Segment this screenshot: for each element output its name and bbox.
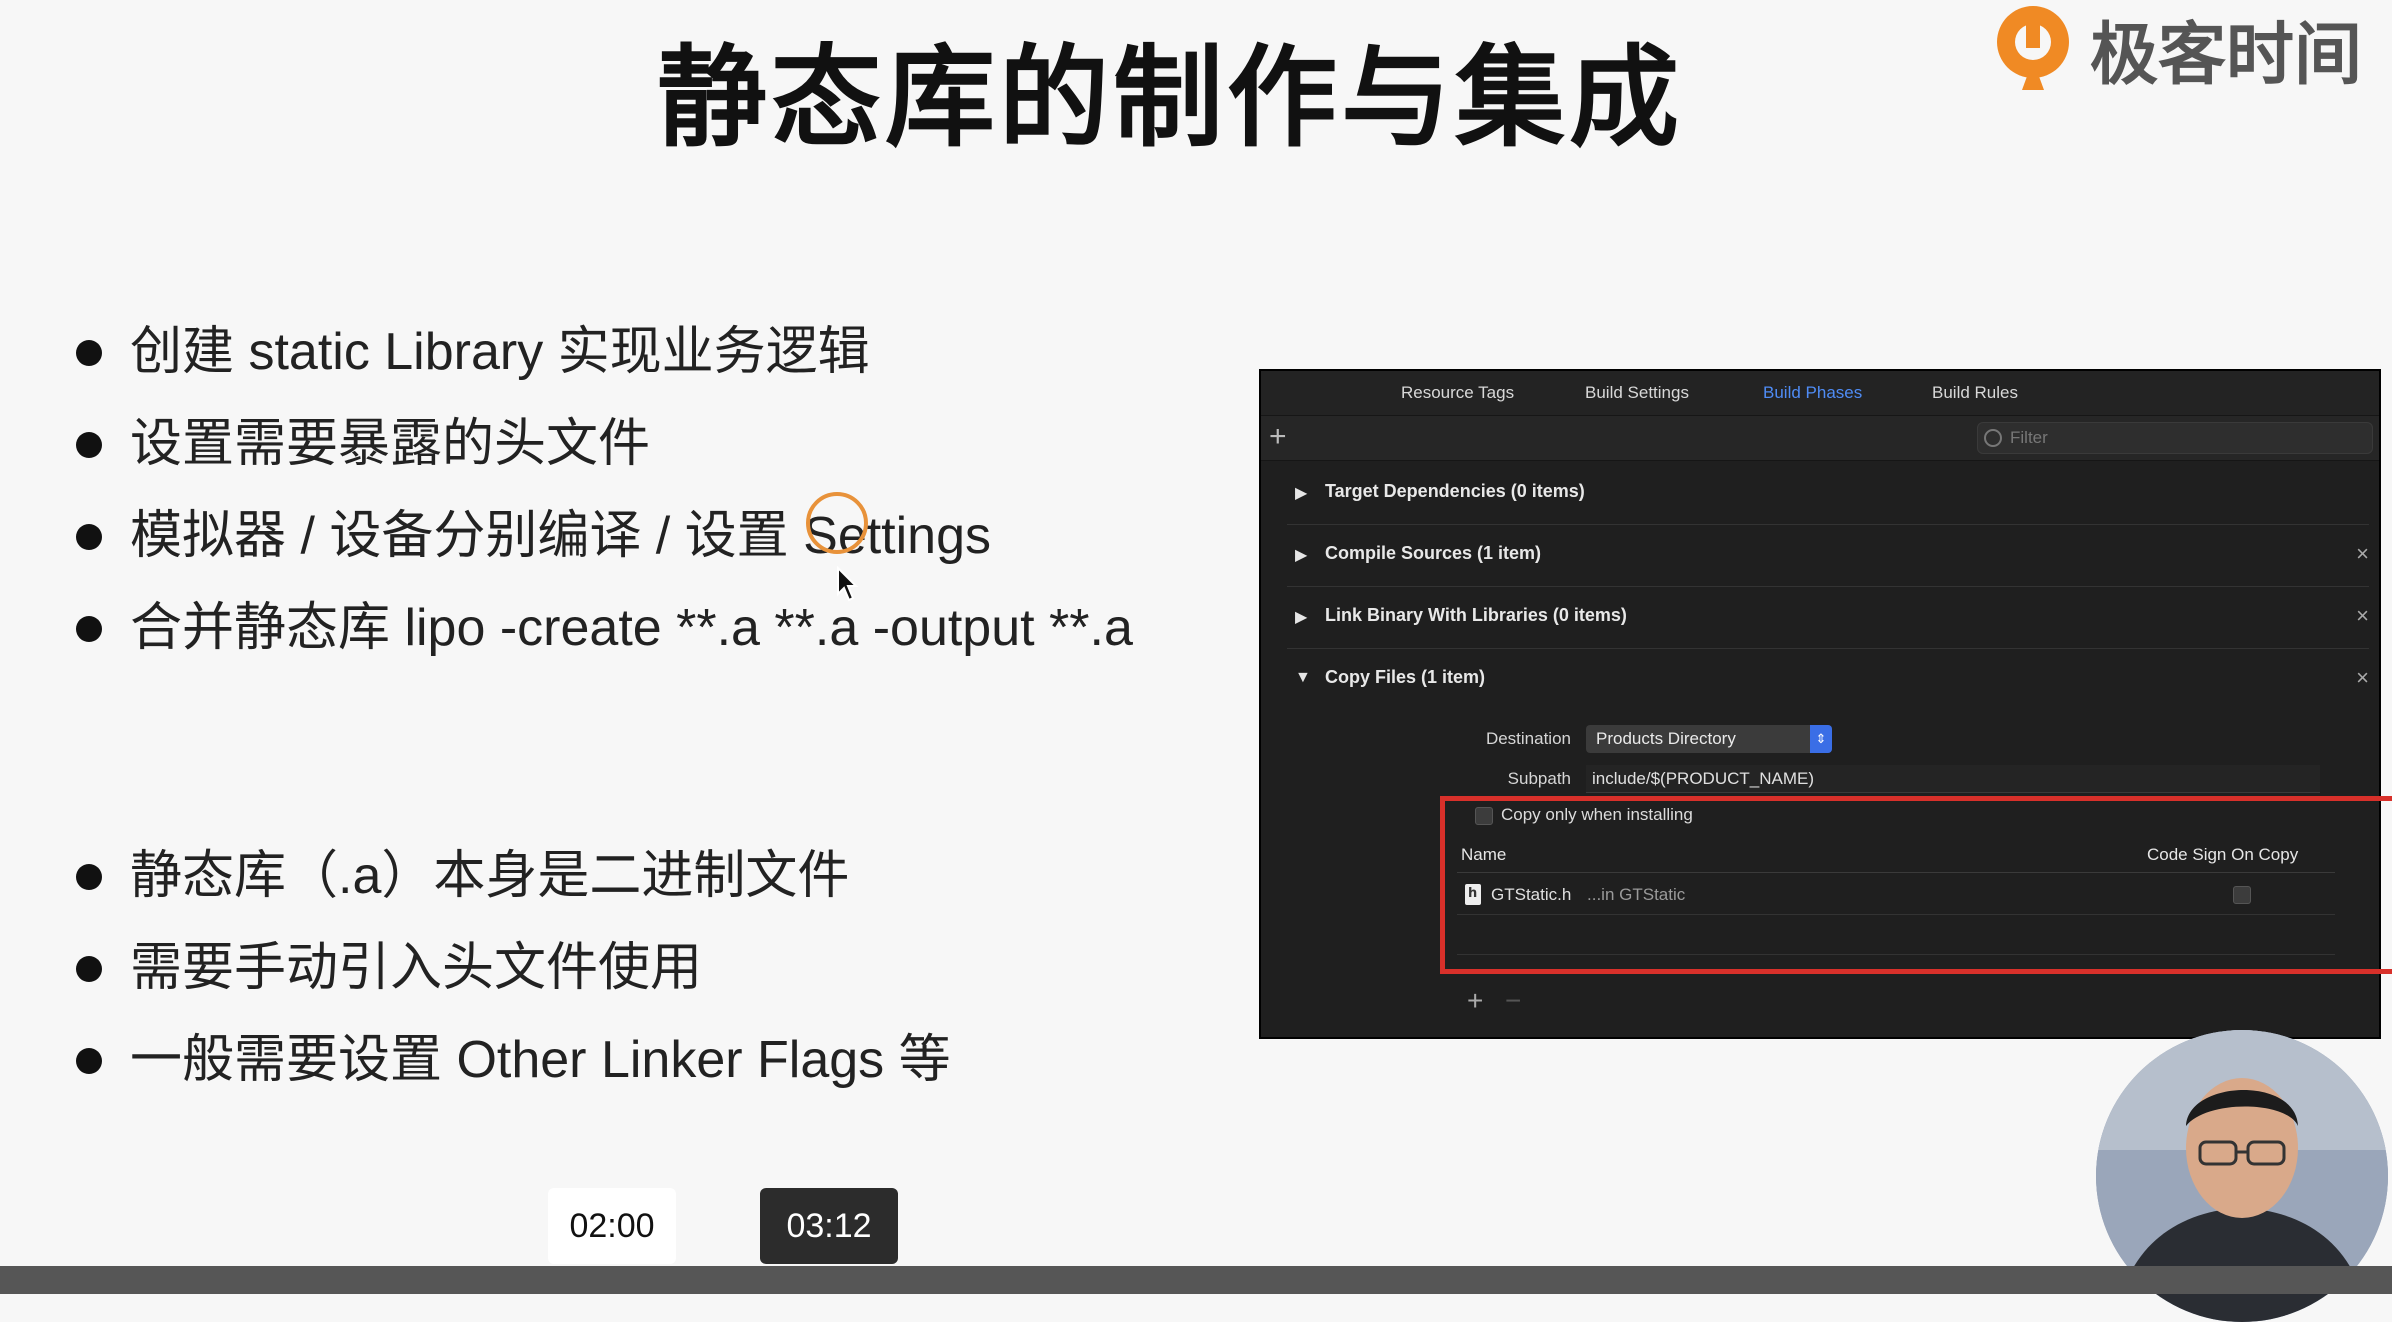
phase-copy-files[interactable]: ▼ Copy Files (1 item) × bbox=[1287, 649, 2369, 711]
bullet-text: 需要手动引入头文件使用 bbox=[130, 939, 703, 997]
bullet-item: 需要手动引入头文件使用 bbox=[72, 922, 951, 1014]
geektime-logo-icon bbox=[1997, 6, 2069, 90]
bullet-item: 一般需要设置 Other Linker Flags 等 bbox=[72, 1014, 951, 1106]
timestamp-badge: 02:00 bbox=[548, 1188, 676, 1264]
bullet-list-primary: 创建 static Library 实现业务逻辑 设置需要暴露的头文件 模拟器 … bbox=[72, 306, 1133, 674]
select-arrows-icon: ⇕ bbox=[1810, 725, 1832, 753]
xcode-tab-bar: Resource Tags Build Settings Build Phase… bbox=[1261, 371, 2379, 415]
phase-title: Link Binary With Libraries (0 items) bbox=[1325, 605, 1627, 625]
brand-name: 极客时间 bbox=[2090, 15, 2363, 95]
tab-resource-tags[interactable]: Resource Tags bbox=[1401, 383, 1514, 403]
filter-placeholder: Filter bbox=[2010, 428, 2048, 447]
bullet-item: 设置需要暴露的头文件 bbox=[72, 398, 1133, 490]
destination-value: Products Directory bbox=[1596, 729, 1736, 748]
bullet-dot bbox=[76, 432, 102, 458]
filter-input[interactable]: Filter bbox=[1977, 422, 2373, 454]
slide: 静态库的制作与集成 极客时间 创建 static Library 实现业务逻辑 … bbox=[0, 0, 2392, 1322]
video-progress-bar[interactable] bbox=[0, 1266, 2392, 1294]
add-file-button[interactable]: + bbox=[1467, 985, 1483, 1017]
tab-build-rules[interactable]: Build Rules bbox=[1932, 383, 2018, 403]
xcode-toolbar: + Filter bbox=[1261, 415, 2379, 461]
brand-logo: 极客时间 bbox=[1992, 2, 2362, 95]
disclosure-triangle-icon[interactable]: ▶ bbox=[1295, 483, 1307, 503]
phase-title: Compile Sources (1 item) bbox=[1325, 543, 1542, 563]
tab-build-phases[interactable]: Build Phases bbox=[1763, 383, 1862, 403]
subpath-label: Subpath bbox=[1507, 769, 1571, 788]
bullet-item: 合并静态库 lipo -create **.a **.a -output **.… bbox=[72, 582, 1133, 674]
phase-target-dependencies[interactable]: ▶ Target Dependencies (0 items) bbox=[1287, 463, 2369, 525]
bullet-text: 合并静态库 lipo -create **.a **.a -output **.… bbox=[130, 599, 1133, 657]
bullet-dot bbox=[76, 864, 102, 890]
bullet-dot bbox=[76, 956, 102, 982]
tab-build-settings[interactable]: Build Settings bbox=[1585, 383, 1689, 403]
slide-title: 静态库的制作与集成 bbox=[657, 34, 1683, 162]
remove-phase-icon[interactable]: × bbox=[2356, 541, 2369, 567]
bullet-list-secondary: 静态库（.a）本身是二进制文件 需要手动引入头文件使用 一般需要设置 Other… bbox=[72, 830, 951, 1106]
phase-title: Copy Files (1 item) bbox=[1325, 667, 1486, 687]
remove-phase-icon[interactable]: × bbox=[2356, 603, 2369, 629]
disclosure-triangle-open-icon[interactable]: ▼ bbox=[1295, 669, 1311, 687]
disclosure-triangle-icon[interactable]: ▶ bbox=[1295, 607, 1307, 627]
phase-title: Target Dependencies (0 items) bbox=[1325, 481, 1585, 501]
bullet-dot bbox=[76, 1048, 102, 1074]
timestamp-badge-active: 03:12 bbox=[760, 1188, 898, 1264]
remove-phase-icon[interactable]: × bbox=[2356, 665, 2369, 691]
bullet-text: 创建 static Library 实现业务逻辑 bbox=[130, 323, 870, 381]
bullet-dot bbox=[76, 524, 102, 550]
mouse-pointer-icon bbox=[837, 566, 859, 602]
add-phase-button[interactable]: + bbox=[1269, 420, 1287, 454]
cursor-highlight-ring bbox=[806, 492, 868, 554]
destination-select[interactable]: Products Directory ⇕ bbox=[1586, 725, 1832, 753]
phase-link-binary[interactable]: ▶ Link Binary With Libraries (0 items) × bbox=[1287, 587, 2369, 649]
bullet-item: 创建 static Library 实现业务逻辑 bbox=[72, 306, 1133, 398]
bullet-dot bbox=[76, 616, 102, 642]
subpath-field[interactable]: include/$(PRODUCT_NAME) bbox=[1586, 765, 2320, 793]
filter-icon bbox=[1984, 429, 2002, 447]
bullet-item: 静态库（.a）本身是二进制文件 bbox=[72, 830, 951, 922]
bullet-text: 设置需要暴露的头文件 bbox=[130, 415, 651, 473]
highlight-annotation-box bbox=[1440, 796, 2392, 974]
bullet-item: 模拟器 / 设备分别编译 / 设置 Settings bbox=[72, 490, 1133, 582]
bullet-text: 静态库（.a）本身是二进制文件 bbox=[130, 847, 850, 905]
bullet-dot bbox=[76, 340, 102, 366]
disclosure-triangle-icon[interactable]: ▶ bbox=[1295, 545, 1307, 565]
phase-compile-sources[interactable]: ▶ Compile Sources (1 item) × bbox=[1287, 525, 2369, 587]
remove-file-button[interactable]: − bbox=[1505, 985, 1521, 1017]
destination-label: Destination bbox=[1485, 729, 1571, 748]
bullet-text: 一般需要设置 Other Linker Flags 等 bbox=[130, 1031, 951, 1089]
